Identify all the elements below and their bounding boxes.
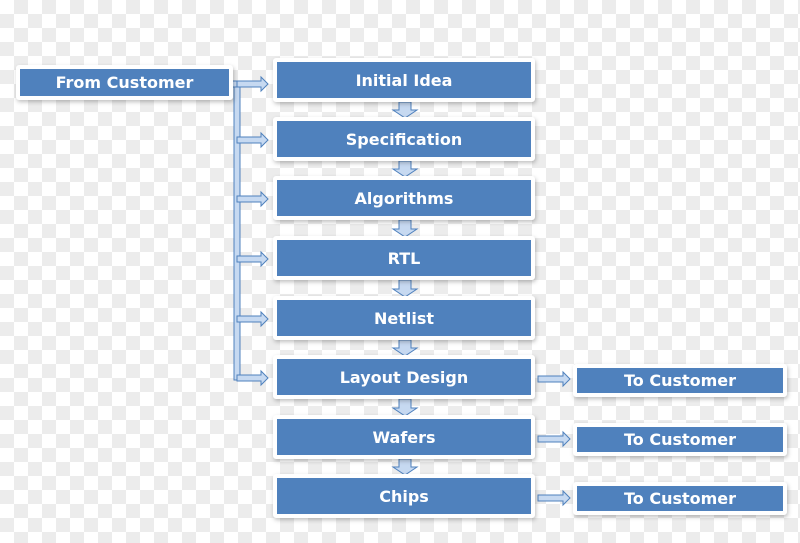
step-label: Algorithms [354, 188, 454, 208]
step-label: RTL [387, 248, 421, 268]
to-customer-label: To Customer [623, 489, 737, 508]
to-customer-label: To Customer [623, 430, 737, 449]
step-box-netlist: Netlist [273, 296, 535, 340]
right-arrow-icon [236, 75, 269, 93]
step-label: Chips [379, 486, 429, 506]
step-box-wafers: Wafers [273, 415, 535, 459]
step-box-rtl: RTL [273, 236, 535, 280]
right-arrow-icon [236, 190, 269, 208]
step-label: Netlist [373, 308, 435, 328]
from-customer-box: From Customer [16, 65, 233, 100]
step-box-layout-design: Layout Design [273, 355, 535, 399]
down-arrow-icon [391, 339, 419, 357]
right-arrow-icon [236, 310, 269, 328]
step-label: Wafers [372, 427, 436, 447]
step-box-initial-idea: Initial Idea [273, 58, 535, 102]
to-customer-label: To Customer [623, 371, 737, 390]
right-arrow-icon [236, 369, 269, 387]
step-box-chips: Chips [273, 474, 535, 518]
down-arrow-icon [391, 279, 419, 298]
right-arrow-icon [537, 430, 571, 448]
right-arrow-icon [236, 131, 269, 149]
from-customer-label: From Customer [55, 73, 194, 92]
down-arrow-icon [391, 458, 419, 476]
step-label: Layout Design [339, 367, 469, 387]
bracket-vertical-line [233, 83, 241, 381]
step-label: Specification [345, 129, 463, 149]
down-arrow-icon [391, 160, 419, 178]
to-customer-box: To Customer [573, 364, 787, 397]
down-arrow-icon [391, 398, 419, 417]
right-arrow-icon [236, 250, 269, 268]
to-customer-box: To Customer [573, 482, 787, 515]
to-customer-box: To Customer [573, 423, 787, 456]
down-arrow-icon [391, 219, 419, 238]
step-box-algorithms: Algorithms [273, 176, 535, 220]
down-arrow-icon [391, 101, 419, 119]
step-box-specification: Specification [273, 117, 535, 161]
right-arrow-icon [537, 370, 571, 388]
step-label: Initial Idea [355, 70, 453, 90]
right-arrow-icon [537, 489, 571, 507]
